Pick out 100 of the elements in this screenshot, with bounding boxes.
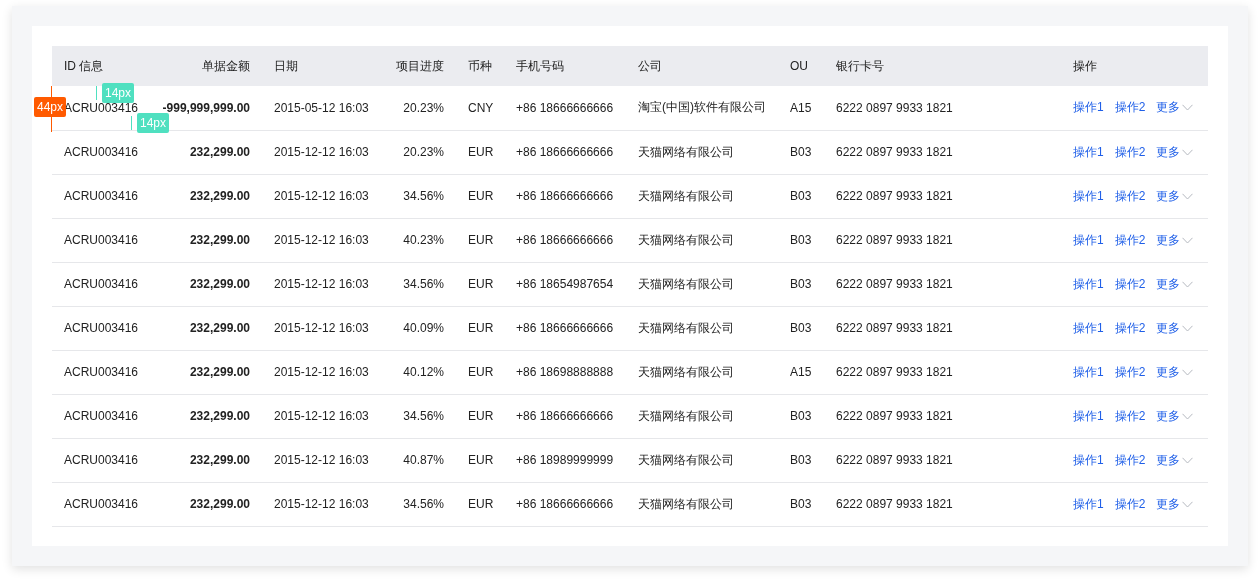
table-cell: B03 — [790, 277, 812, 291]
more-dropdown[interactable]: 更多 — [1156, 495, 1194, 513]
column-header: 手机号码 — [516, 58, 564, 73]
table-cell: 淘宝(中国)软件有限公司 — [638, 100, 766, 115]
table-cell: ACRU003416 — [64, 365, 139, 379]
table-cell: ACRU003416 — [64, 409, 139, 423]
dimension-line — [96, 86, 97, 100]
table-cell: 232,299.00 — [189, 189, 250, 203]
table-cell: 20.23% — [403, 100, 444, 115]
action-link[interactable]: 操作1 — [1073, 275, 1104, 293]
more-dropdown[interactable]: 更多 — [1156, 407, 1194, 425]
more-dropdown[interactable]: 更多 — [1156, 363, 1194, 381]
dimension-label: 14px — [137, 113, 170, 133]
table-cell: 天猫网络有限公司 — [638, 408, 734, 423]
table-cell: +86 18989999999 — [516, 453, 614, 467]
column-header: 公司 — [638, 58, 662, 73]
table-cell: 232,299.00 — [189, 365, 250, 379]
action-link[interactable]: 操作1 — [1073, 407, 1104, 425]
more-dropdown[interactable]: 更多 — [1156, 143, 1194, 161]
dimension-label: 14px — [102, 83, 135, 103]
action-link[interactable]: 操作1 — [1073, 231, 1104, 249]
chevron-down-icon — [1182, 192, 1194, 200]
table-cell: ACRU003416 — [64, 497, 139, 511]
action-link[interactable]: 操作2 — [1114, 363, 1146, 381]
table-cell: 232,299.00 — [189, 497, 250, 511]
table-cell: 天猫网络有限公司 — [638, 452, 734, 467]
action-link[interactable]: 操作2 — [1114, 319, 1146, 337]
table-cell: 40.87% — [403, 453, 444, 467]
table-cell: B03 — [790, 321, 812, 335]
more-dropdown[interactable]: 更多 — [1156, 231, 1194, 249]
table-cell: 40.09% — [403, 321, 444, 335]
table-cell: 2015-12-12 16:03 — [274, 233, 369, 247]
action-link[interactable]: 操作2 — [1114, 451, 1146, 469]
table-cell: 2015-12-12 16:03 — [274, 277, 369, 291]
more-dropdown[interactable]: 更多 — [1156, 451, 1194, 469]
action-link[interactable]: 操作2 — [1114, 275, 1146, 293]
table-cell: B03 — [790, 233, 812, 247]
action-link[interactable]: 操作2 — [1114, 99, 1146, 117]
table-cell: +86 18666666666 — [516, 409, 614, 423]
column-header: 单据金额 — [202, 58, 250, 73]
table-cell: 232,299.00 — [189, 453, 250, 467]
table-cell: 6222 0897 9933 1821 — [836, 100, 953, 115]
table-cell: 天猫网络有限公司 — [638, 188, 734, 203]
table-cell: +86 18666666666 — [516, 233, 614, 247]
table-cell: A15 — [790, 365, 812, 379]
table-cell: EUR — [468, 321, 494, 335]
action-link[interactable]: 操作2 — [1114, 231, 1146, 249]
table-cell: +86 18666666666 — [516, 100, 614, 115]
more-dropdown[interactable]: 更多 — [1156, 187, 1194, 205]
table-cell: 天猫网络有限公司 — [638, 276, 734, 291]
table-cell: B03 — [790, 145, 812, 159]
more-dropdown[interactable]: 更多 — [1156, 275, 1194, 293]
table-cell: 34.56% — [403, 409, 444, 423]
table-cell: 6222 0897 9933 1821 — [836, 409, 953, 423]
action-link[interactable]: 操作2 — [1114, 187, 1146, 205]
table-cell: 232,299.00 — [189, 277, 250, 291]
more-dropdown[interactable]: 更多 — [1156, 319, 1194, 337]
table-cell: ACRU003416 — [64, 321, 139, 335]
more-dropdown[interactable]: 更多 — [1156, 99, 1194, 117]
table-cell: +86 18666666666 — [516, 497, 614, 511]
action-link[interactable]: 操作2 — [1114, 143, 1146, 161]
table-cell: 天猫网络有限公司 — [638, 320, 734, 335]
column-header: OU — [790, 59, 808, 73]
action-link[interactable]: 操作1 — [1073, 143, 1104, 161]
table-cell: 6222 0897 9933 1821 — [836, 277, 953, 291]
table-cell: 天猫网络有限公司 — [638, 232, 734, 247]
table-cell: EUR — [468, 145, 494, 159]
table-cell: B03 — [790, 497, 812, 511]
column-header: 日期 — [274, 58, 298, 73]
action-link[interactable]: 操作2 — [1114, 407, 1146, 425]
table-cell: +86 18666666666 — [516, 189, 614, 203]
action-link[interactable]: 操作1 — [1073, 495, 1104, 513]
table-cell: 2015-12-12 16:03 — [274, 453, 369, 467]
table-cell: 2015-12-12 16:03 — [274, 145, 369, 159]
table-cell: +86 18666666666 — [516, 145, 614, 159]
table-cell: 2015-12-12 16:03 — [274, 409, 369, 423]
action-link[interactable]: 操作2 — [1114, 495, 1146, 513]
action-link[interactable]: 操作1 — [1073, 187, 1104, 205]
table-cell: 6222 0897 9933 1821 — [836, 365, 953, 379]
action-link[interactable]: 操作1 — [1073, 319, 1104, 337]
column-header: 操作 — [1073, 58, 1097, 73]
chevron-down-icon — [1182, 104, 1194, 112]
table-cell: ACRU003416 — [64, 233, 139, 247]
chevron-down-icon — [1182, 148, 1194, 156]
action-link[interactable]: 操作1 — [1073, 99, 1104, 117]
table-cell: 天猫网络有限公司 — [638, 364, 734, 379]
table-cell: 天猫网络有限公司 — [638, 496, 734, 511]
action-link[interactable]: 操作1 — [1073, 451, 1104, 469]
table-cell: B03 — [790, 453, 812, 467]
table-cell: B03 — [790, 409, 812, 423]
table-cell: 232,299.00 — [189, 321, 250, 335]
table-cell: 2015-12-12 16:03 — [274, 321, 369, 335]
column-header: 银行卡号 — [836, 58, 884, 73]
chevron-down-icon — [1182, 368, 1194, 376]
table-cell: ACRU003416 — [64, 453, 139, 467]
table-cell: 232,299.00 — [189, 145, 250, 159]
table-cell: EUR — [468, 409, 494, 423]
table-cell: 6222 0897 9933 1821 — [836, 453, 953, 467]
action-link[interactable]: 操作1 — [1073, 363, 1104, 381]
table-cell: 34.56% — [403, 497, 444, 511]
